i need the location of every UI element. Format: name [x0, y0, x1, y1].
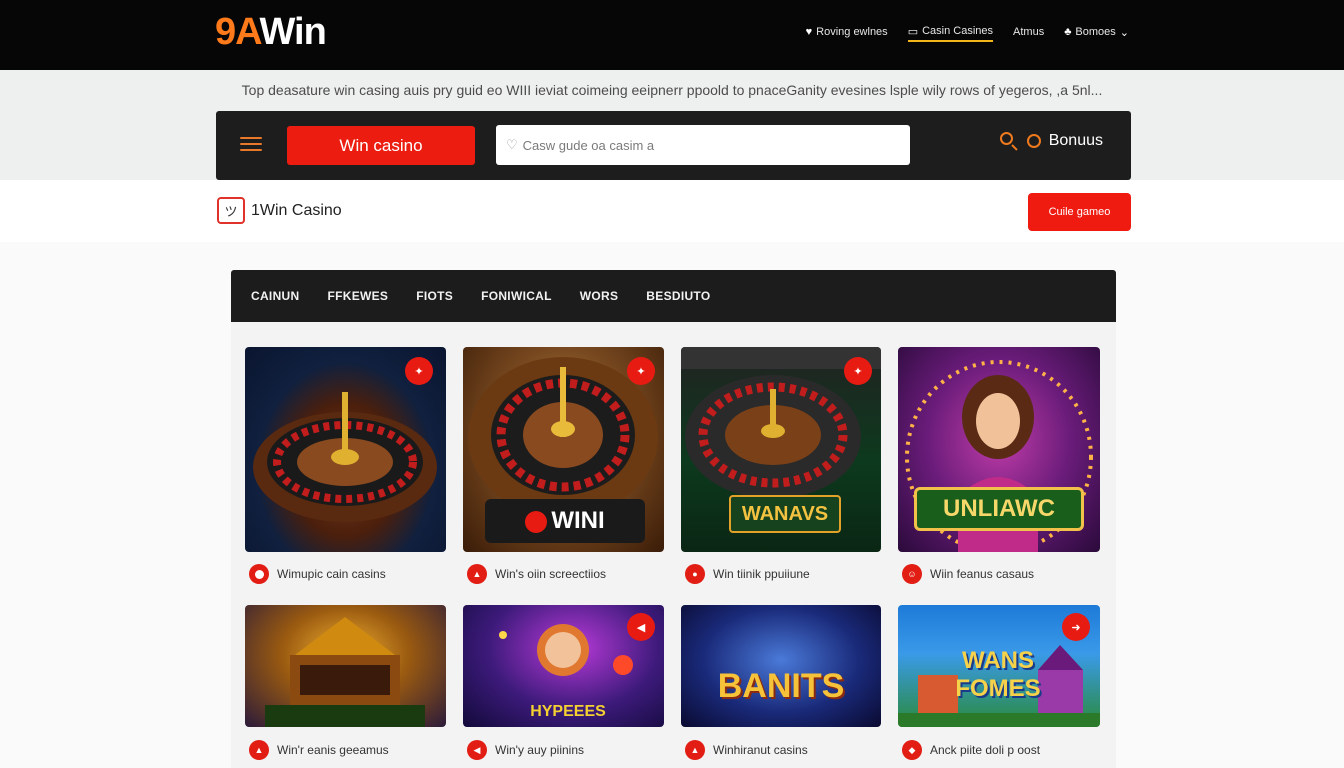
game-caption-text: Win's oiin screectiios	[495, 567, 606, 581]
game-card-3[interactable]: WANAVS ✦	[681, 347, 881, 552]
game-card-6[interactable]: HYPEEES ◀	[463, 605, 664, 727]
heart-outline-icon: ♡	[506, 137, 518, 152]
tab-besdiuto[interactable]: BESDIUTO	[646, 289, 710, 303]
toolbar-right: Bonuus	[999, 131, 1103, 151]
bonus-icon: ♣	[1064, 26, 1072, 38]
tab-wors[interactable]: WORS	[580, 289, 619, 303]
game-caption-text: Win tiinik ppuiiune	[713, 567, 810, 581]
game-type-icon: ▲	[467, 564, 487, 584]
logo-suffix: Win	[259, 11, 326, 53]
arrow-badge-icon: ➜	[1062, 613, 1090, 641]
nav-item-label: Atmus	[1013, 26, 1045, 38]
game-caption-text: Wiin feanus casaus	[930, 567, 1035, 581]
search-icon[interactable]	[999, 131, 1019, 151]
game-card-2[interactable]: WINI ✦	[463, 347, 664, 552]
game-type-icon: ▲	[685, 740, 705, 760]
page-tagline: Top deasature win casing auis pry guid e…	[241, 82, 1103, 98]
temple-icon	[265, 617, 425, 727]
search-toolbar: Win casino ♡ Bonuus	[216, 111, 1131, 180]
game-card-1[interactable]: ✦	[245, 347, 446, 552]
smile-icon: ツ	[217, 197, 245, 224]
game-caption-3[interactable]: ● Win tiinik ppuiiune	[685, 564, 810, 584]
game-caption-5[interactable]: ▲ Win'r eanis geeamus	[249, 740, 389, 760]
game-caption-6[interactable]: ◀ Win'y auy piinins	[467, 740, 584, 760]
game-card-8[interactable]: WANS FOMES ➜	[898, 605, 1100, 727]
game-type-icon: ◆	[902, 740, 922, 760]
game-card-4[interactable]: UNLIAWC	[898, 347, 1100, 552]
logo-prefix: 9A	[215, 11, 260, 53]
chevron-down-icon: ⌄	[1119, 26, 1129, 39]
search-input[interactable]	[522, 137, 883, 153]
game-card-7-logo: BANITS	[717, 667, 845, 705]
game-card-8-logo: WANS FOMES	[955, 647, 1041, 702]
game-type-icon: ☺	[902, 564, 922, 584]
game-caption-7[interactable]: ▲ Winhiranut casins	[685, 740, 808, 760]
game-caption-text: Win'r eanis geeamus	[277, 743, 389, 757]
game-caption-1[interactable]: Wimupic cain casins	[249, 564, 386, 584]
game-type-icon: ●	[685, 564, 705, 584]
brand-row	[0, 180, 1344, 242]
game-card-5[interactable]	[245, 605, 446, 727]
nav-item-casinos[interactable]: ▭ Casin Casines	[907, 22, 994, 42]
hot-badge-icon: ◀	[627, 613, 655, 641]
game-caption-4[interactable]: ☺ Wiin feanus casaus	[902, 564, 1034, 584]
search-box[interactable]: ♡	[496, 125, 910, 165]
tab-foniwical[interactable]: FONIWICAL	[481, 289, 552, 303]
top-navbar: 9AWin ♥ Roving ewlnes ▭ Casin Casines At…	[0, 0, 1344, 70]
card-icon: ▭	[907, 25, 919, 38]
tab-fiots[interactable]: FIOTS	[416, 289, 453, 303]
coin-icon	[1026, 134, 1041, 148]
game-caption-text: Anck piite doli p oost	[930, 743, 1041, 757]
game-caption-text: Win'y auy piinins	[495, 743, 584, 757]
site-logo[interactable]: 9AWin	[215, 10, 327, 54]
nav-item-reviews[interactable]: ♥ Roving ewlnes	[806, 22, 888, 42]
game-caption-2[interactable]: ▲ Win's oiin screectiios	[467, 564, 606, 584]
nav-item-bonuses[interactable]: ♣ Bomoes ⌄	[1064, 22, 1129, 42]
hot-badge-icon: ✦	[405, 357, 433, 385]
hot-badge-icon: ✦	[627, 357, 655, 385]
tab-ffkewes[interactable]: FFKEWES	[327, 289, 388, 303]
cta-button[interactable]: Cuile gameo	[1028, 193, 1131, 231]
game-card-6-logo: HYPEEES	[530, 703, 606, 720]
game-card-3-logo: WANAVS	[729, 495, 841, 533]
top-nav-menu: ♥ Roving ewlnes ▭ Casin Casines Atmus ♣ …	[806, 22, 1129, 42]
category-tabs: CAINUN FFKEWES FIOTS FONIWICAL WORS BESD…	[231, 270, 1116, 322]
win-casino-button[interactable]: Win casino	[287, 126, 475, 165]
nav-item-label: Casin Casines	[922, 25, 994, 37]
nav-item-label: Bomoes	[1075, 26, 1116, 38]
brand-block[interactable]: ツ 1Win Casino	[217, 197, 342, 224]
nav-item-about[interactable]: Atmus	[1013, 22, 1044, 42]
bonus-link[interactable]: Bonuus	[1049, 132, 1103, 150]
game-type-icon	[249, 564, 269, 584]
menu-icon[interactable]	[240, 133, 262, 155]
brand-name: 1Win Casino	[251, 201, 342, 219]
game-type-icon: ◀	[467, 740, 487, 760]
game-caption-text: Wimupic cain casins	[277, 567, 386, 581]
nav-item-label: Roving ewlnes	[816, 26, 888, 38]
game-card-2-logo: WINI	[485, 499, 645, 543]
game-card-2-title: WINI	[551, 507, 605, 534]
heart-icon: ♥	[805, 26, 813, 38]
hot-badge-icon: ✦	[844, 357, 872, 385]
game-type-icon: ▲	[249, 740, 269, 760]
game-caption-text: Winhiranut casins	[713, 743, 808, 757]
tab-cainun[interactable]: CAINUN	[251, 289, 299, 303]
game-card-4-logo: UNLIAWC	[914, 487, 1084, 531]
game-caption-8[interactable]: ◆ Anck piite doli p oost	[902, 740, 1040, 760]
game-card-7[interactable]: BANITS	[681, 605, 881, 727]
